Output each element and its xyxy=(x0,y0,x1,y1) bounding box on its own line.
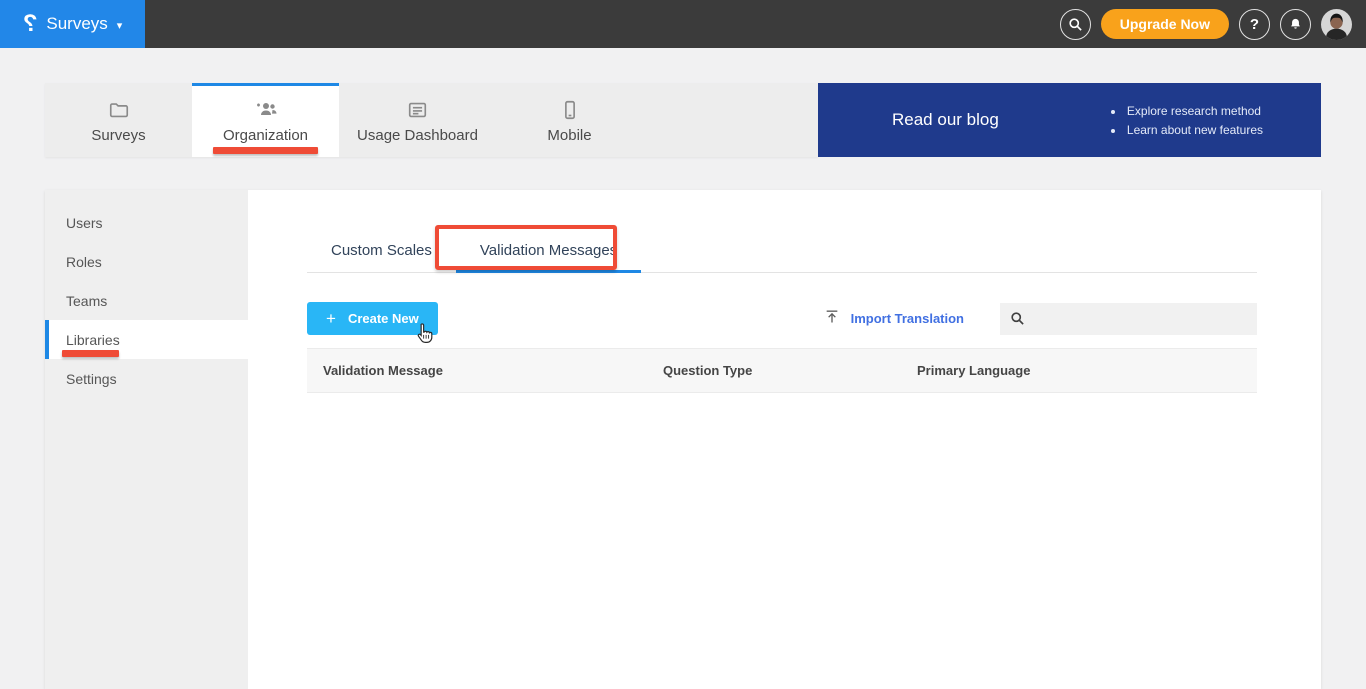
annotation-underline-libraries xyxy=(62,350,119,357)
topbar-actions: Upgrade Now ? xyxy=(1059,0,1352,48)
column-header-primary-language: Primary Language xyxy=(917,363,1031,378)
notifications-button[interactable] xyxy=(1280,8,1311,40)
sidebar-item-libraries[interactable]: Libraries xyxy=(45,320,248,359)
organization-people-icon xyxy=(253,99,279,121)
nav-tab-mobile[interactable]: Mobile xyxy=(496,83,643,157)
nav-tab-organization[interactable]: Organization xyxy=(192,83,339,157)
list-toolbar: + Create New Import Translation xyxy=(307,302,1257,343)
column-header-question-type: Question Type xyxy=(663,363,753,378)
nav-tab-label: Usage Dashboard xyxy=(357,127,478,144)
dashboard-icon xyxy=(405,99,430,121)
sidebar-item-label: Settings xyxy=(66,370,117,387)
sidebar-item-users[interactable]: Users xyxy=(45,203,248,242)
content-card: Users Roles Teams Libraries Settings Cus… xyxy=(45,190,1321,689)
search-icon xyxy=(1068,17,1083,32)
sidebar-item-label: Teams xyxy=(66,292,108,309)
product-switcher[interactable]: ? Surveys ▾ xyxy=(0,0,145,48)
create-new-button[interactable]: + Create New xyxy=(307,302,438,335)
table-search-input[interactable] xyxy=(1033,311,1247,326)
nav-tab-label: Surveys xyxy=(91,127,146,144)
toolbar-right-group: Import Translation xyxy=(824,302,1257,335)
sidebar-item-label: Libraries xyxy=(66,331,120,348)
blog-bullet: Learn about new features xyxy=(1125,123,1263,137)
question-mark-icon: ? xyxy=(1249,15,1260,33)
nav-tab-label: Organization xyxy=(222,127,309,144)
nav-tab-usage-dashboard[interactable]: Usage Dashboard xyxy=(339,83,496,157)
annotation-underline-organization xyxy=(213,147,318,154)
sidebar-item-label: Users xyxy=(66,214,103,231)
upload-icon xyxy=(824,308,840,330)
nav-tab-surveys[interactable]: Surveys xyxy=(45,83,192,157)
app-window: ? Surveys ▾ Upgrade Now ? Surveys Organi… xyxy=(0,0,1366,689)
blog-title: Read our blog xyxy=(892,110,999,129)
sidebar-item-settings[interactable]: Settings xyxy=(45,359,248,398)
global-search-button[interactable] xyxy=(1059,8,1091,40)
create-new-label: Create New xyxy=(347,311,419,326)
blog-promo-panel[interactable]: Read our blog Explore research method Le… xyxy=(818,83,1321,157)
sidebar-item-teams[interactable]: Teams xyxy=(45,281,248,320)
product-name: Surveys xyxy=(46,14,108,33)
column-header-validation-message: Validation Message xyxy=(323,363,443,378)
top-bar: ? Surveys ▾ Upgrade Now ? xyxy=(0,0,1366,48)
settings-sidebar: Users Roles Teams Libraries Settings xyxy=(45,190,248,689)
validation-messages-table-header: Validation Message Question Type Primary… xyxy=(307,348,1257,393)
mobile-icon xyxy=(559,99,581,121)
blog-bullet: Explore research method xyxy=(1125,104,1263,118)
chevron-down-icon: ▾ xyxy=(116,19,123,32)
sidebar-item-roles[interactable]: Roles xyxy=(45,242,248,281)
tab-validation-messages[interactable]: Validation Messages xyxy=(455,233,642,273)
import-translation-label: Import Translation xyxy=(850,311,964,326)
primary-navigation: Surveys Organization Usage Dashboard Mob… xyxy=(45,83,1321,157)
questionpro-logo-icon: ? xyxy=(22,10,38,37)
help-button[interactable]: ? xyxy=(1239,8,1270,40)
libraries-content: Custom Scales Validation Messages + Crea… xyxy=(248,190,1321,689)
table-search-box[interactable] xyxy=(1000,302,1257,335)
blog-bullet-list: Explore research method Learn about new … xyxy=(1125,99,1263,142)
bell-icon xyxy=(1288,17,1303,32)
library-tabs: Custom Scales Validation Messages xyxy=(307,225,1257,273)
nav-tabstrip: Surveys Organization Usage Dashboard Mob… xyxy=(45,83,818,157)
tab-custom-scales[interactable]: Custom Scales xyxy=(307,233,456,273)
folder-icon xyxy=(107,99,131,121)
nav-tab-label: Mobile xyxy=(547,127,592,144)
avatar-photo xyxy=(1321,8,1352,40)
import-translation-link[interactable]: Import Translation xyxy=(824,308,964,330)
sidebar-item-label: Roles xyxy=(66,253,102,270)
plus-icon: + xyxy=(326,308,336,328)
upgrade-now-button[interactable]: Upgrade Now xyxy=(1100,9,1229,39)
search-icon xyxy=(1011,312,1024,325)
user-avatar[interactable] xyxy=(1321,8,1352,40)
